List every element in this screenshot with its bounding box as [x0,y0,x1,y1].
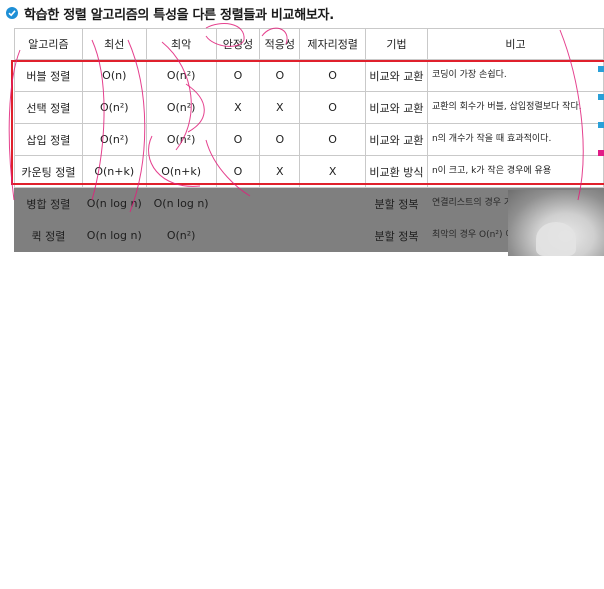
side-thumbnail-strip [598,66,604,206]
table-cell-note: n이 크고, k가 작은 경우에 유용 [426,155,604,188]
table-cell: 병합 정렬 [14,187,83,220]
table-cell [299,187,367,220]
table-cell: O(n²) [145,91,217,124]
table-cell: O [215,59,261,92]
table-cell: O(n+k) [145,155,217,188]
table-cell: O(n²) [145,123,217,156]
table-cell [259,187,301,220]
table-cell-note: n의 개수가 작을 때 효과적이다. [426,123,604,156]
header-cell: 기법 [365,28,428,60]
table-cell: 삽입 정렬 [14,123,83,156]
header-cell: 적응성 [259,28,301,60]
table-cell: O(n log n) [81,187,147,220]
table-cell: O(n²) [145,59,217,92]
thumbnail-marker [598,122,604,128]
table-row: 선택 정렬 O(n²) O(n²) X X O 비교와 교환 교환의 회수가 버… [14,91,604,124]
table-cell [299,219,367,252]
thumbnail-marker [598,150,604,156]
header-cell: 안정성 [215,28,261,60]
table-cell: O [215,123,261,156]
lecture-slide: 학습한 정렬 알고리즘의 특성을 다른 정렬들과 비교해보자. 알고리즘 최선 … [0,0,604,256]
table-cell: O(n+k) [81,155,147,188]
table-cell: 퀵 정렬 [14,219,83,252]
check-circle-icon [6,7,18,19]
table-cell: 버블 정렬 [14,59,83,92]
table-cell: O(n) [81,59,147,92]
header-cell: 비고 [426,28,604,60]
table-cell: O(n log n) [145,187,217,220]
table-cell [259,219,301,252]
table-cell: 비교와 교환 [365,59,428,92]
table-cell: O [259,123,301,156]
table-cell: O(n log n) [81,219,147,252]
table-cell: O [299,123,367,156]
table-cell: O [259,59,301,92]
table-cell: O(n²) [145,219,217,252]
header-cell: 제자리정렬 [299,28,367,60]
table-cell: O(n²) [81,123,147,156]
thumbnail-marker [598,66,604,72]
table-cell [215,187,261,220]
table-row: 카운팅 정렬 O(n+k) O(n+k) O X X 비교환 방식 n이 크고,… [14,155,604,188]
table-cell: X [259,91,301,124]
table-cell: X [259,155,301,188]
table-cell: O [299,91,367,124]
table-cell: O [215,155,261,188]
table-cell: 선택 정렬 [14,91,83,124]
thumbnail-marker [598,94,604,100]
table-cell [215,219,261,252]
table-cell: X [215,91,261,124]
title-row: 학습한 정렬 알고리즘의 특성을 다른 정렬들과 비교해보자. [6,3,334,23]
table-cell: O [299,59,367,92]
table-cell: 분할 정복 [365,187,428,220]
table-cell: 분할 정복 [365,219,428,252]
table-cell: 비교환 방식 [365,155,428,188]
table-cell-note: 코딩이 가장 손쉽다. [426,59,604,92]
header-cell: 최악 [145,28,217,60]
header-cell: 알고리즘 [14,28,83,60]
header-cell: 최선 [81,28,147,60]
table-cell-note: 교환의 회수가 버블, 삽입정렬보다 작다. [426,91,604,124]
table-cell: 카운팅 정렬 [14,155,83,188]
table-cell: O(n²) [81,91,147,124]
table-cell: 비교와 교환 [365,91,428,124]
table-row: 버블 정렬 O(n) O(n²) O O O 비교와 교환 코딩이 가장 손쉽다… [14,59,604,92]
table-row: 삽입 정렬 O(n²) O(n²) O O O 비교와 교환 n의 개수가 작을… [14,123,604,156]
table-cell: X [299,155,367,188]
table-cell: 비교와 교환 [365,123,428,156]
table-header-row: 알고리즘 최선 최악 안정성 적응성 제자리정렬 기법 비고 [14,28,604,60]
slide-title: 학습한 정렬 알고리즘의 특성을 다른 정렬들과 비교해보자. [24,7,334,23]
presenter-face-blur [536,222,576,256]
